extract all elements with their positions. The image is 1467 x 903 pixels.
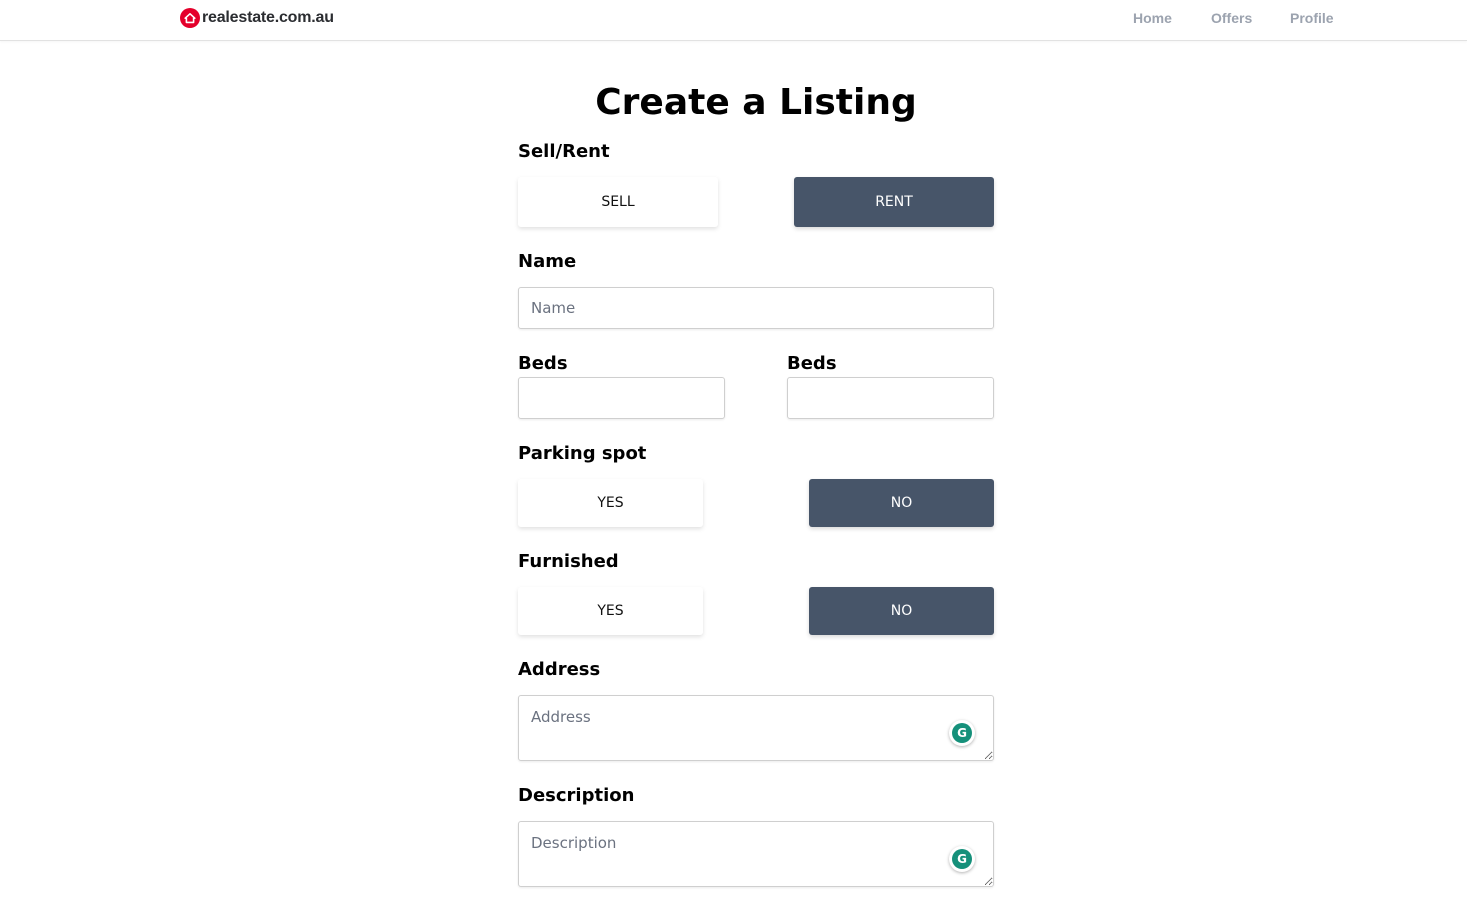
address-textarea[interactable] <box>518 695 994 761</box>
top-navbar: realestate.com.au Home Offers Profile <box>0 0 1467 41</box>
house-icon <box>180 8 200 28</box>
nav-offers[interactable]: Offers <box>1211 10 1252 26</box>
beds-second-label: Beds <box>787 353 837 374</box>
grammarly-icon[interactable]: G <box>949 846 975 872</box>
parking-spot-label: Parking spot <box>518 443 647 464</box>
grammarly-g-icon: G <box>952 723 972 743</box>
furnished-no-button[interactable]: NO <box>809 587 994 635</box>
parking-no-button[interactable]: NO <box>809 479 994 527</box>
beds-input[interactable] <box>518 377 725 419</box>
address-label: Address <box>518 659 601 680</box>
parking-yes-button[interactable]: YES <box>518 479 703 527</box>
nav-profile[interactable]: Profile <box>1290 10 1334 26</box>
name-label: Name <box>518 251 577 272</box>
description-textarea[interactable] <box>518 821 994 887</box>
sell-button[interactable]: SELL <box>518 177 718 227</box>
furnished-label: Furnished <box>518 551 619 572</box>
nav-home[interactable]: Home <box>1133 10 1172 26</box>
sell-rent-label: Sell/Rent <box>518 141 610 162</box>
name-input[interactable] <box>518 287 994 329</box>
logo-text: realestate.com.au <box>202 9 334 26</box>
rent-button[interactable]: RENT <box>794 177 994 227</box>
grammarly-g-icon: G <box>952 849 972 869</box>
furnished-yes-button[interactable]: YES <box>518 587 703 635</box>
page-title: Create a Listing <box>595 82 917 123</box>
description-label: Description <box>518 785 635 806</box>
site-logo[interactable]: realestate.com.au <box>180 8 334 28</box>
grammarly-icon[interactable]: G <box>949 720 975 746</box>
beds-label: Beds <box>518 353 568 374</box>
beds-second-input[interactable] <box>787 377 994 419</box>
